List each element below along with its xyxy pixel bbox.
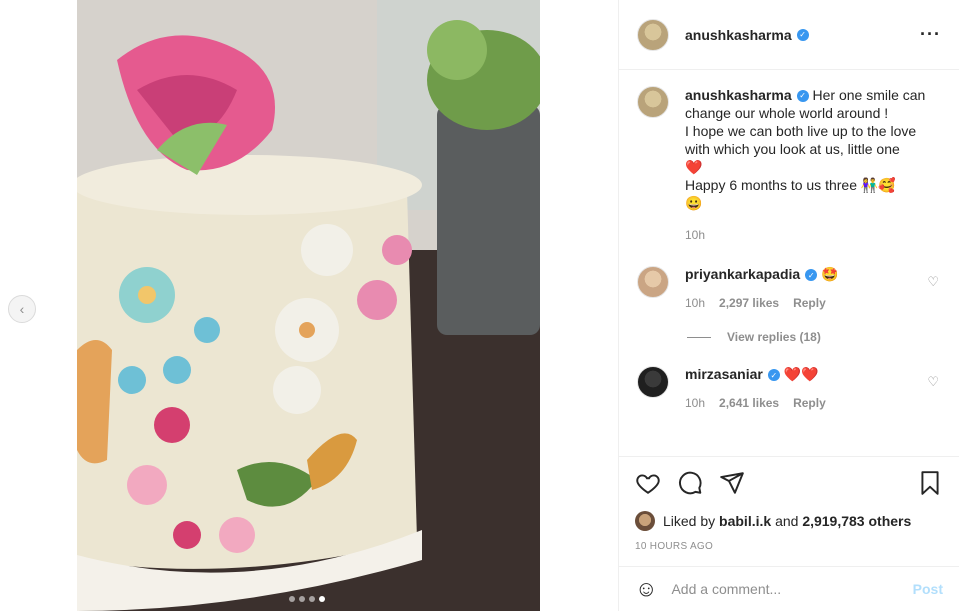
caption: anushkasharma ✓ Her one smile can change …: [637, 86, 941, 244]
likes-and: and: [775, 513, 799, 529]
avatar[interactable]: [637, 18, 669, 51]
verified-badge-icon: ✓: [767, 369, 780, 382]
comment-likes[interactable]: 2,297 likes: [719, 296, 779, 310]
bookmark-icon[interactable]: [917, 470, 943, 496]
media-area: ‹: [0, 0, 618, 611]
liker-username[interactable]: babil.i.k: [719, 513, 771, 529]
caption-username[interactable]: anushkasharma: [685, 87, 792, 103]
verified-badge-icon: ✓: [805, 269, 818, 282]
divider: [687, 336, 711, 338]
reply-button[interactable]: Reply: [793, 296, 826, 310]
likes-summary: Liked by babil.i.k and 2,919,783 others: [635, 511, 943, 531]
comment-item: mirzasaniar ✓ ❤️❤️ 10h 2,641 likes Reply …: [637, 366, 941, 410]
post-timestamp[interactable]: 10 HOURS AGO: [635, 541, 943, 552]
post-side-panel: anushkasharma ✓ ··· anushkasharma ✓ Her o…: [618, 0, 959, 611]
verified-badge-icon: ✓: [796, 28, 809, 41]
post-image[interactable]: [77, 0, 540, 611]
view-replies-label: View replies (18): [727, 330, 821, 344]
smile-emoji: 😀: [685, 195, 703, 211]
caption-line3: Happy 6 months to us three 👫🥰: [685, 177, 896, 193]
header-username[interactable]: anushkasharma: [685, 27, 792, 43]
comment-text: 🤩: [821, 266, 839, 282]
like-comment-icon[interactable]: ♡: [927, 274, 939, 290]
caption-text: anushkasharma ✓ Her one smile can change …: [685, 86, 941, 244]
comment-likes[interactable]: 2,641 likes: [719, 396, 779, 410]
post-comment-button[interactable]: Post: [913, 581, 943, 597]
verified-badge-icon: ✓: [796, 90, 809, 103]
comment-avatar[interactable]: [637, 266, 669, 298]
comment-time: 10h: [685, 396, 706, 410]
carousel-dot: [299, 596, 305, 602]
caption-time: 10h: [685, 228, 706, 242]
comment-item: priyankarkapadia ✓ 🤩 10h 2,297 likes Repl…: [637, 266, 941, 310]
carousel-dot-active: [319, 596, 325, 602]
like-heart-icon[interactable]: [635, 470, 661, 496]
emoji-picker-icon[interactable]: ☺: [635, 576, 657, 602]
comment-username[interactable]: mirzasaniar: [685, 366, 763, 382]
comment-time: 10h: [685, 296, 706, 310]
reply-button[interactable]: Reply: [793, 396, 826, 410]
cake-illustration: [77, 0, 540, 611]
comment-text: ❤️❤️: [783, 366, 819, 382]
liker-avatar[interactable]: [635, 511, 655, 531]
comment-username[interactable]: priyankarkapadia: [685, 266, 800, 282]
comment-bubble-icon[interactable]: [677, 470, 703, 496]
share-paper-plane-icon[interactable]: [719, 470, 745, 496]
likes-others[interactable]: 2,919,783 others: [802, 513, 911, 529]
post-header: anushkasharma ✓ ···: [619, 0, 959, 70]
previous-slide-button[interactable]: ‹: [8, 295, 36, 323]
caption-avatar[interactable]: [637, 86, 669, 118]
carousel-dots: [289, 596, 325, 602]
like-comment-icon[interactable]: ♡: [927, 374, 939, 390]
likes-prefix: Liked by: [663, 513, 716, 529]
carousel-dot: [289, 596, 295, 602]
comments-scroll-area[interactable]: anushkasharma ✓ Her one smile can change …: [619, 70, 959, 456]
view-replies-button[interactable]: View replies (18): [687, 330, 941, 344]
carousel-dot: [309, 596, 315, 602]
heart-emoji: ❤️: [685, 159, 703, 175]
more-horizontal-icon[interactable]: ···: [920, 24, 941, 45]
caption-line2: I hope we can both live up to the love w…: [685, 123, 917, 157]
comment-avatar[interactable]: [637, 366, 669, 398]
add-comment-bar: ☺ Post: [619, 566, 959, 611]
post-actions: Liked by babil.i.k and 2,919,783 others …: [619, 456, 959, 552]
comment-input[interactable]: [671, 581, 913, 597]
